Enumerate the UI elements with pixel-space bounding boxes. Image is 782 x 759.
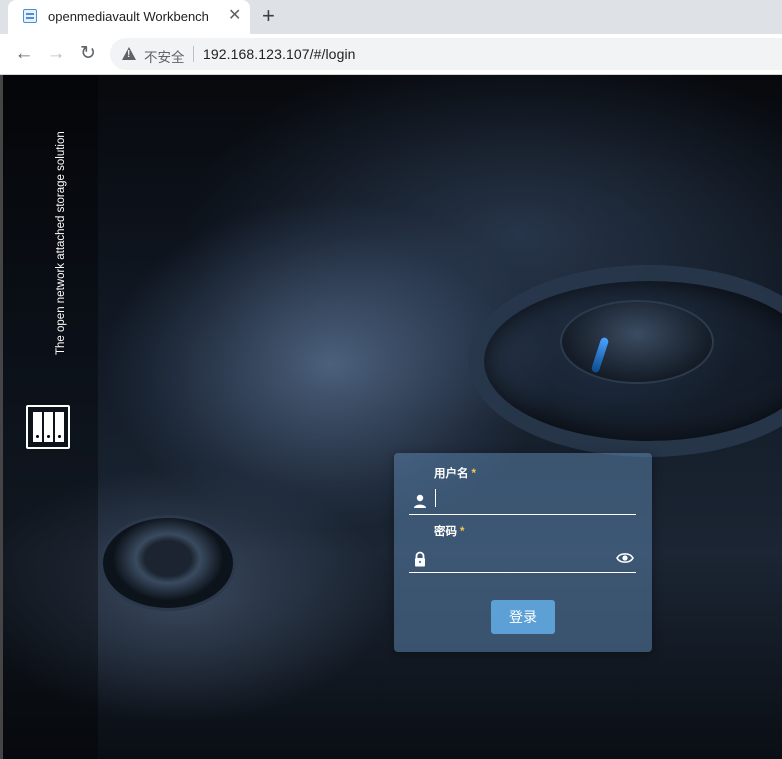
forward-button[interactable]: →: [44, 42, 68, 66]
login-page: openmediavault The open network attached…: [0, 75, 782, 759]
url-text[interactable]: 192.168.123.107/#/login: [203, 46, 356, 62]
show-password-icon[interactable]: [616, 551, 634, 565]
tab-title: openmediavault Workbench: [48, 9, 209, 24]
address-divider: [193, 46, 194, 62]
back-button[interactable]: ←: [12, 42, 36, 66]
page-favicon-icon: [23, 9, 37, 23]
username-input[interactable]: [433, 485, 617, 511]
background-hub: [560, 300, 714, 384]
omv-logo-icon: [26, 405, 70, 449]
login-form: 用户名 * 密码 * 登录: [394, 453, 652, 652]
password-field: 密码 *: [409, 523, 636, 573]
security-status[interactable]: 不安全: [144, 46, 185, 66]
username-field: 用户名 *: [409, 465, 636, 515]
close-tab-icon[interactable]: ✕: [228, 7, 241, 25]
browser-tab[interactable]: openmediavault Workbench ✕: [8, 0, 250, 34]
username-label: 用户名 *: [434, 468, 476, 480]
user-icon: [414, 494, 426, 508]
browser-tab-bar: openmediavault Workbench ✕ +: [0, 0, 782, 34]
browser-toolbar: ← → ↻ 不安全 192.168.123.107/#/login: [0, 34, 782, 75]
login-button[interactable]: 登录: [491, 600, 555, 634]
reload-button[interactable]: ↻: [76, 42, 100, 66]
warning-icon[interactable]: [122, 47, 136, 60]
password-underline: [409, 572, 636, 573]
password-label: 密码 *: [434, 526, 465, 538]
username-underline: [409, 514, 636, 515]
lock-icon: [415, 551, 425, 567]
password-input[interactable]: [433, 543, 617, 569]
new-tab-button[interactable]: +: [262, 4, 275, 28]
address-bar[interactable]: 不安全 192.168.123.107/#/login: [110, 38, 782, 70]
brand-tagline: The open network attached storage soluti…: [55, 131, 67, 355]
background-bearing: [100, 515, 236, 611]
brand-sidebar: openmediavault The open network attached…: [0, 75, 98, 759]
brand-block: openmediavault The open network attached…: [22, 97, 74, 457]
